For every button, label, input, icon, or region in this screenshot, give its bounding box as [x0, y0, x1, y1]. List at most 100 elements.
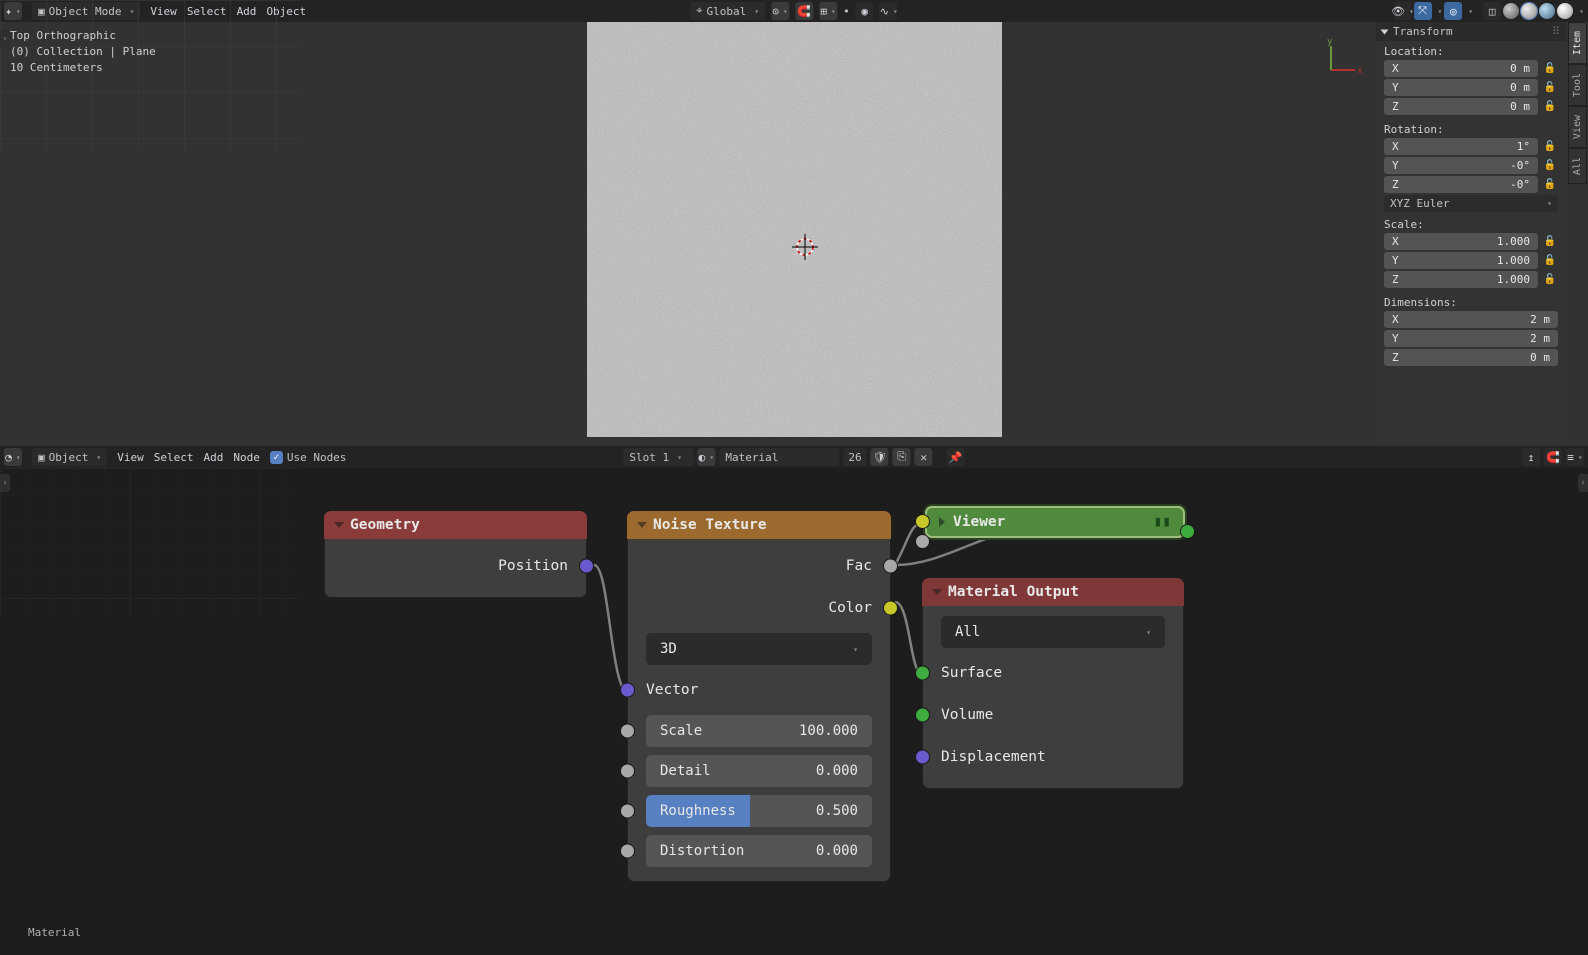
node-mode-dropdown[interactable]: ▣ Object ▾: [32, 448, 107, 466]
panel-options-icon[interactable]: ⠿: [1552, 25, 1560, 38]
socket-viewer-out[interactable]: [1180, 524, 1195, 539]
socket-surface-in[interactable]: [915, 666, 930, 681]
dim-z-field[interactable]: Z0 m: [1384, 349, 1558, 366]
noise-roughness-field[interactable]: Roughness 0.500: [646, 795, 872, 827]
lock-icon[interactable]: 🔓: [1542, 80, 1558, 96]
socket-scale-in[interactable]: [620, 724, 635, 739]
socket-fac-out[interactable]: [883, 559, 898, 574]
material-browse-icon[interactable]: ◐▾: [697, 448, 715, 466]
snap-target-icon[interactable]: ⊞▾: [819, 2, 837, 20]
lock-icon[interactable]: 🔓: [1542, 272, 1558, 288]
rotation-z-field[interactable]: Z-0°: [1384, 176, 1538, 193]
node-viewer[interactable]: Viewer ▮▮: [925, 506, 1185, 538]
tab-tool[interactable]: Tool: [1568, 64, 1587, 106]
noise-texture-preview: [587, 22, 1002, 437]
material-users[interactable]: 26: [843, 448, 866, 466]
socket-volume-in[interactable]: [915, 708, 930, 723]
noise-detail-field[interactable]: Detail0.000: [646, 755, 872, 787]
rotation-x-field[interactable]: X1°: [1384, 138, 1538, 155]
overlays-icon[interactable]: ◎: [1444, 2, 1462, 20]
snap-toggle-icon[interactable]: 🧲: [795, 2, 813, 20]
3d-viewport[interactable]: ✦▾ ▣ Object Mode ▾ View Select Add Objec…: [0, 0, 1588, 446]
shading-matprev-icon[interactable]: [1539, 3, 1555, 19]
node-sidebar-expand-icon[interactable]: ‹: [1578, 474, 1588, 492]
new-material-icon[interactable]: ⎘: [893, 448, 911, 466]
pivot-icon[interactable]: ⊙▾: [771, 2, 789, 20]
shading-render-icon[interactable]: [1557, 3, 1573, 19]
noise-distortion-field[interactable]: Distortion0.000: [646, 835, 872, 867]
scale-y-field[interactable]: Y1.000: [1384, 252, 1538, 269]
node-noise-texture[interactable]: Noise Texture Fac Color 3D▾ Vector Scale: [627, 511, 891, 882]
rotation-mode-dropdown[interactable]: XYZ Euler▾: [1384, 195, 1558, 212]
menu-select[interactable]: Select: [154, 451, 194, 464]
lock-icon[interactable]: 🔓: [1542, 139, 1558, 155]
socket-detail-in[interactable]: [620, 764, 635, 779]
visibility-icon[interactable]: 👁▾: [1394, 2, 1412, 20]
dimensions-label: Dimensions:: [1384, 296, 1558, 309]
noise-dimensions-dropdown[interactable]: 3D▾: [646, 633, 872, 665]
lock-icon[interactable]: 🔓: [1542, 177, 1558, 193]
dim-y-field[interactable]: Y2 m: [1384, 330, 1558, 347]
scale-z-field[interactable]: Z1.000: [1384, 271, 1538, 288]
parent-tree-icon[interactable]: ↥: [1522, 448, 1540, 466]
socket-label-position: Position: [498, 558, 568, 574]
scale-x-field[interactable]: X1.000: [1384, 233, 1538, 250]
location-y-field[interactable]: Y0 m: [1384, 79, 1538, 96]
disclosure-icon: [932, 589, 942, 595]
node-material-output[interactable]: Material Output All▾ Surface Volume Disp…: [922, 578, 1184, 789]
socket-viewer-alpha-in[interactable]: [915, 534, 930, 549]
shading-solid-icon[interactable]: [1521, 3, 1537, 19]
lock-icon[interactable]: 🔓: [1542, 253, 1558, 269]
fake-user-icon[interactable]: 🛡: [871, 448, 889, 466]
lock-icon[interactable]: 🔓: [1542, 99, 1558, 115]
lock-icon[interactable]: 🔓: [1542, 61, 1558, 77]
material-name-field[interactable]: Material: [719, 448, 839, 466]
noise-scale-field[interactable]: Scale100.000: [646, 715, 872, 747]
tab-item[interactable]: Item: [1568, 22, 1587, 64]
socket-distortion-in[interactable]: [620, 844, 635, 859]
unlink-icon[interactable]: ✕: [915, 448, 933, 466]
shading-wire-icon[interactable]: [1503, 3, 1519, 19]
menu-node[interactable]: Node: [233, 451, 260, 464]
lock-icon[interactable]: 🔓: [1542, 158, 1558, 174]
socket-color-out[interactable]: [883, 601, 898, 616]
menu-view[interactable]: View: [117, 451, 144, 464]
matout-target-dropdown[interactable]: All▾: [941, 616, 1165, 648]
gizmos-icon[interactable]: ⤧: [1414, 2, 1432, 20]
rotation-y-field[interactable]: Y-0°: [1384, 157, 1538, 174]
snap-node-type-icon[interactable]: ≡▾: [1566, 448, 1584, 466]
dim-x-field[interactable]: X2 m: [1384, 311, 1558, 328]
toolbar-expand-icon[interactable]: ›: [0, 30, 10, 48]
tab-all[interactable]: All: [1568, 148, 1587, 184]
tab-view[interactable]: View: [1568, 106, 1587, 148]
menu-add[interactable]: Add: [203, 451, 223, 464]
socket-vector-in[interactable]: [620, 683, 635, 698]
use-nodes-checkbox[interactable]: ✓ Use Nodes: [270, 451, 347, 464]
axis-gizmo[interactable]: x y: [1323, 38, 1363, 78]
node-geometry[interactable]: Geometry Position: [324, 511, 587, 598]
socket-label-volume: Volume: [941, 707, 993, 723]
node-editor-canvas[interactable]: › ‹ Geometry Position Noise Texture Fac: [0, 468, 1588, 955]
transform-panel-header[interactable]: Transform ⠿: [1376, 22, 1566, 41]
pin-icon[interactable]: 📌: [947, 448, 965, 466]
location-z-field[interactable]: Z0 m: [1384, 98, 1538, 115]
node-title: Noise Texture: [653, 517, 767, 533]
slot-dropdown[interactable]: Slot 1▾: [623, 448, 693, 466]
falloff-icon[interactable]: ∿▾: [880, 2, 898, 20]
socket-label-vector: Vector: [646, 682, 698, 698]
location-x-field[interactable]: X0 m: [1384, 60, 1538, 77]
socket-roughness-in[interactable]: [620, 804, 635, 819]
editor-type-node-icon[interactable]: ◔▾: [4, 448, 22, 466]
node-toolbar-expand-icon[interactable]: ›: [0, 474, 10, 492]
proportional-edit-icon[interactable]: ◉: [856, 2, 874, 20]
socket-viewer-color-in[interactable]: [915, 514, 930, 529]
xray-icon[interactable]: ◫: [1483, 2, 1501, 20]
node-title: Viewer: [953, 514, 1005, 530]
lock-icon[interactable]: 🔓: [1542, 234, 1558, 250]
socket-displacement-in[interactable]: [915, 750, 930, 765]
node-path-breadcrumb[interactable]: Material: [28, 926, 81, 939]
snap-node-icon[interactable]: 🧲: [1544, 448, 1562, 466]
socket-position-out[interactable]: [579, 559, 594, 574]
orientation-dropdown[interactable]: ⌖ Global ▾: [690, 2, 765, 20]
socket-label-surface: Surface: [941, 665, 1002, 681]
